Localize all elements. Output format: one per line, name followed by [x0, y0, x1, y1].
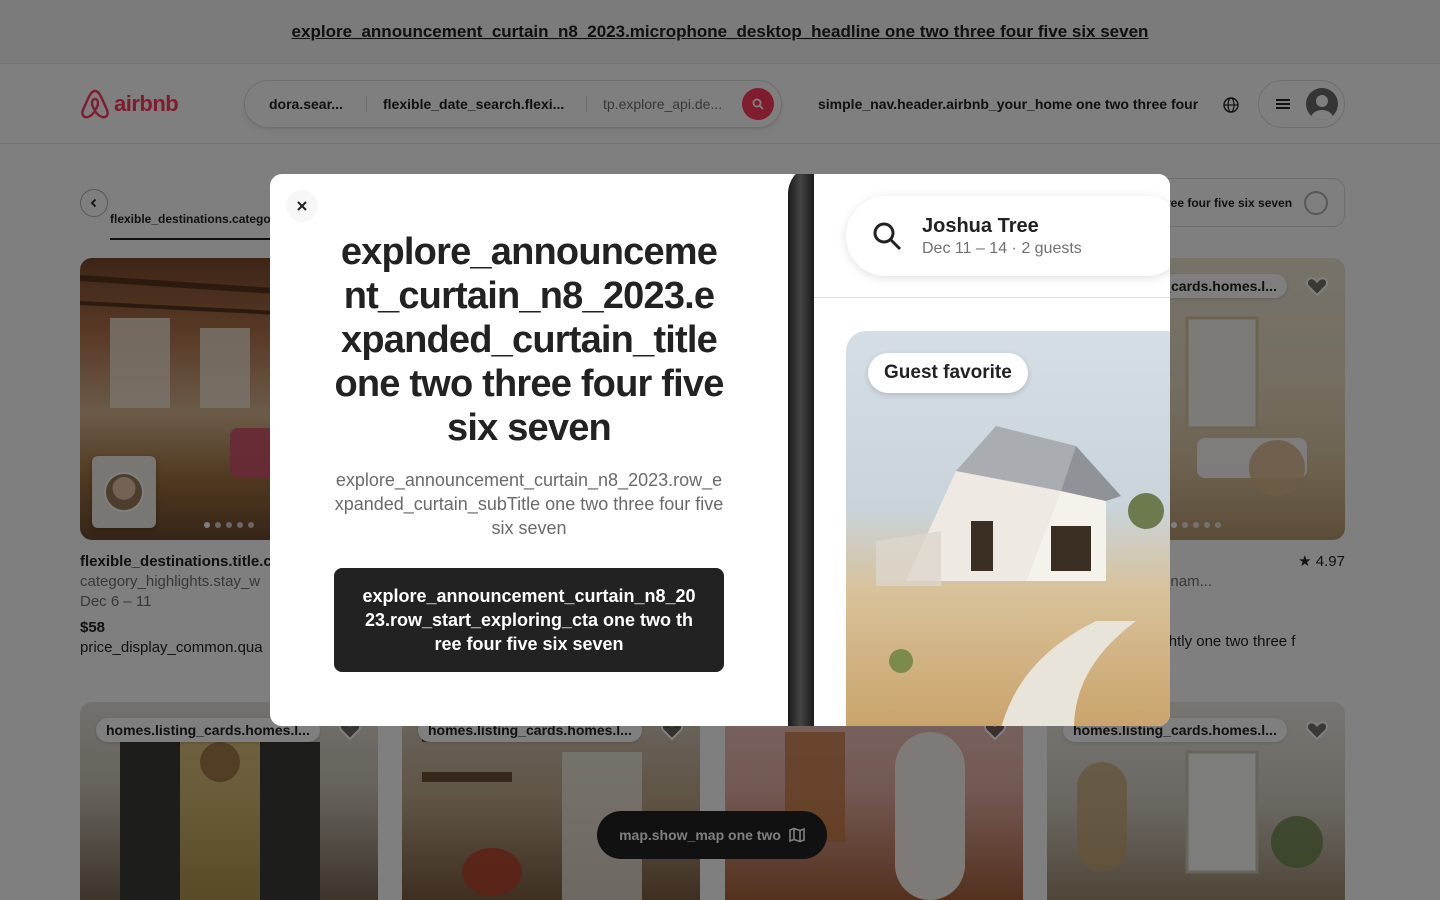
phone-mockup: Joshua Tree Dec 11 – 14 · 2 guests Guest…	[788, 174, 1170, 726]
search-icon	[873, 222, 902, 251]
phone-search-when: Dec 11 – 14 · 2 guests	[922, 239, 1082, 257]
close-button[interactable]	[286, 190, 318, 222]
modal-title: explore_announcement_curtain_n8_2023.exp…	[334, 231, 724, 449]
close-icon	[297, 201, 307, 211]
start-exploring-button[interactable]: explore_announcement_curtain_n8_2023.row…	[334, 568, 724, 672]
phone-search-pill: Joshua Tree Dec 11 – 14 · 2 guests	[846, 196, 1170, 276]
modal-text: explore_announcement_curtain_n8_2023.exp…	[334, 230, 724, 540]
announcement-modal: explore_announcement_curtain_n8_2023.exp…	[270, 174, 1170, 726]
modal-subtitle: explore_announcement_curtain_n8_2023.row…	[334, 470, 724, 538]
phone-search-where: Joshua Tree	[922, 214, 1039, 237]
phone-divider	[814, 297, 1170, 298]
phone-listing-photo: Guest favorite	[846, 331, 1170, 726]
phone-screen: Joshua Tree Dec 11 – 14 · 2 guests Guest…	[814, 174, 1170, 726]
guest-favorite-badge: Guest favorite	[868, 353, 1028, 393]
